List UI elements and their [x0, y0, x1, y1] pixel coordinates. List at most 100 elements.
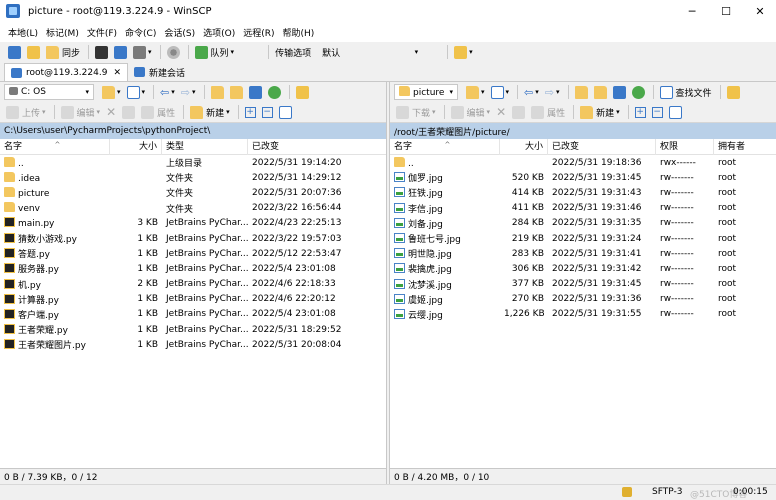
local-file-row[interactable]: 客户端.py 1 KB JetBrains PyChar... 2022/5/4 23… — [0, 307, 386, 322]
properties-button[interactable]: 属性 — [139, 103, 177, 121]
col-size[interactable]: 大小 — [500, 138, 548, 155]
remote-file-row[interactable]: .. 2022/5/31 19:18:36 rwx------ root — [390, 155, 776, 170]
home-directory-button[interactable] — [247, 83, 264, 101]
file-owner: root — [718, 309, 737, 320]
remote-file-row[interactable]: 李信.jpg 411 KB 2022/5/31 19:31:46 rw------- r… — [390, 201, 776, 216]
new-button[interactable]: 新建 ▾ — [188, 103, 232, 121]
menu-local[interactable]: 本地(L) — [4, 26, 42, 39]
local-file-row[interactable]: main.py 3 KB JetBrains PyChar... 2022/4/23 … — [0, 216, 386, 231]
file-owner: root — [718, 233, 737, 244]
refresh-button[interactable] — [630, 83, 647, 101]
col-changed[interactable]: 已改变 — [548, 138, 656, 155]
menu-options[interactable]: 选项(O) — [199, 26, 239, 39]
toolbar-divider — [268, 45, 270, 59]
download-button[interactable]: 下载 ▾ — [394, 103, 438, 121]
remote-file-row[interactable]: 伽罗.jpg 520 KB 2022/5/31 19:31:45 rw------- r… — [390, 170, 776, 185]
select-all-button[interactable]: + — [243, 103, 258, 121]
local-file-row[interactable]: .idea 文件夹 2022/5/31 14:29:12 — [0, 170, 386, 185]
find-button[interactable] — [277, 103, 294, 121]
col-permissions[interactable]: 权限 — [656, 138, 714, 155]
remote-file-row[interactable]: 狂铁.jpg 414 KB 2022/5/31 19:31:43 rw------- r… — [390, 185, 776, 200]
menu-remote[interactable]: 远程(R) — [239, 26, 278, 39]
local-file-row[interactable]: picture 文件夹 2022/5/31 20:07:36 — [0, 185, 386, 200]
remote-file-row[interactable]: 刘备.jpg 284 KB 2022/5/31 19:31:35 rw------- r… — [390, 216, 776, 231]
menu-command[interactable]: 命令(C) — [121, 26, 160, 39]
local-file-row[interactable]: 计算器.py 1 KB JetBrains PyChar... 2022/4/6 22… — [0, 292, 386, 307]
root-directory-button[interactable] — [228, 83, 245, 101]
rename-button[interactable] — [120, 103, 137, 121]
col-changed[interactable]: 已改变 — [248, 139, 386, 155]
properties-button[interactable]: 属性 — [529, 103, 567, 121]
edit-button[interactable]: 编辑 ▾ — [59, 103, 103, 121]
new-button[interactable]: 新建 ▾ — [578, 103, 622, 121]
open-directory-button[interactable]: ▾ — [464, 83, 487, 101]
rename-button[interactable] — [510, 103, 527, 121]
col-owner[interactable]: 拥有者 — [714, 139, 776, 155]
tab-new-session[interactable]: 新建会话 — [128, 63, 191, 81]
tab-session-active[interactable]: root@119.3.224.9 ✕ — [4, 63, 128, 81]
open-directory-button[interactable]: ▾ — [100, 83, 123, 101]
commands-button[interactable]: ▾ — [131, 43, 154, 61]
find-button[interactable] — [667, 103, 684, 121]
remote-file-row[interactable]: 虞姬.jpg 270 KB 2022/5/31 19:31:36 rw------- r… — [390, 292, 776, 307]
select-all-button[interactable]: + — [633, 103, 648, 121]
compare-directories-button[interactable] — [6, 43, 23, 61]
drive-select[interactable]: C: OS ▾ — [4, 84, 94, 100]
filter-button[interactable]: ▾ — [125, 83, 148, 101]
back-button[interactable]: ⇦ ▾ — [522, 83, 541, 101]
edit-button[interactable]: 编辑 ▾ — [449, 103, 493, 121]
preferences-button[interactable] — [165, 43, 182, 61]
tree-toggle-button[interactable] — [725, 83, 742, 101]
root-directory-button[interactable] — [592, 83, 609, 101]
forward-button[interactable]: ⇨ ▾ — [179, 83, 198, 101]
home-directory-button[interactable] — [611, 83, 628, 101]
refresh-button[interactable] — [266, 83, 283, 101]
queue-button[interactable]: 队列 ▾ — [193, 43, 237, 61]
transfer-settings-select[interactable]: 默认 ▾ — [317, 44, 424, 60]
menu-help[interactable]: 帮助(H) — [279, 26, 319, 39]
unselect-button[interactable]: − — [650, 103, 665, 121]
remote-file-row[interactable]: 云缨.jpg 1,226 KB 2022/5/31 19:31:55 rw------… — [390, 307, 776, 322]
transfer-presets-button[interactable]: ▾ — [452, 43, 475, 61]
close-tab-icon[interactable]: ✕ — [113, 68, 121, 78]
local-file-row[interactable]: 机.py 2 KB JetBrains PyChar... 2022/4/6 22:1… — [0, 277, 386, 292]
open-terminal-button[interactable] — [93, 43, 110, 61]
col-name[interactable]: 名字 ^ — [0, 138, 110, 155]
local-file-row[interactable]: .. 上级目录 2022/5/31 19:14:20 — [0, 155, 386, 170]
local-file-row[interactable]: 服务器.py 1 KB JetBrains PyChar... 2022/5/4 23… — [0, 261, 386, 276]
col-type[interactable]: 类型 — [162, 138, 248, 155]
remote-file-row[interactable]: 鲁班七号.jpg 219 KB 2022/5/31 19:31:24 rw------… — [390, 231, 776, 246]
unselect-button[interactable]: − — [260, 103, 275, 121]
back-button[interactable]: ⇦ ▾ — [158, 83, 177, 101]
delete-button[interactable]: ✕ — [494, 103, 508, 121]
local-file-row[interactable]: 王者荣耀.py 1 KB JetBrains PyChar... 2022/5/31 … — [0, 322, 386, 337]
local-file-row[interactable]: 答题.py 1 KB JetBrains PyChar... 2022/5/12 22… — [0, 246, 386, 261]
download-label: 下载 — [412, 108, 431, 119]
menu-session[interactable]: 会话(S) — [160, 26, 199, 39]
sync-button[interactable]: 同步 — [44, 43, 82, 61]
local-file-row[interactable]: venv 文件夹 2022/3/22 16:56:44 — [0, 201, 386, 216]
col-name[interactable]: 名字 ^ — [390, 138, 500, 155]
putty-button[interactable] — [112, 43, 129, 61]
parent-directory-button[interactable] — [573, 83, 590, 101]
menu-file[interactable]: 文件(F) — [83, 26, 121, 39]
parent-directory-button[interactable] — [209, 83, 226, 101]
col-size[interactable]: 大小 — [110, 138, 162, 155]
local-file-row[interactable]: 王者荣耀图片.py 1 KB JetBrains PyChar... 2022/5/3… — [0, 337, 386, 352]
file-changed: 2022/5/31 20:07:36 — [252, 187, 342, 198]
local-file-row[interactable]: 猜数小游戏.py 1 KB JetBrains PyChar... 2022/3/22… — [0, 231, 386, 246]
tree-toggle-button[interactable] — [294, 83, 311, 101]
upload-button[interactable]: 上传 ▾ — [4, 103, 48, 121]
filter-button[interactable]: ▾ — [489, 83, 512, 101]
local-panel: C: OS ▾ ▾ ▾ ⇦ ▾ ⇨ ▾ 上传 ▾ 编辑 ▾ ✕ 属性 新建 ▾ … — [0, 82, 386, 468]
find-files-button[interactable]: 查找文件 — [658, 83, 714, 101]
forward-button[interactable]: ⇨ ▾ — [543, 83, 562, 101]
close-button[interactable]: ✕ — [740, 0, 776, 22]
menu-mark[interactable]: 标记(M) — [42, 26, 83, 39]
remote-file-row[interactable]: 裴擒虎.jpg 306 KB 2022/5/31 19:31:42 rw-------… — [390, 261, 776, 276]
remote-file-row[interactable]: 明世隐.jpg 283 KB 2022/5/31 19:31:41 rw-------… — [390, 246, 776, 261]
remote-file-row[interactable]: 沈梦溪.jpg 377 KB 2022/5/31 19:31:45 rw-------… — [390, 277, 776, 292]
remote-directory-select[interactable]: picture ▾ — [394, 84, 458, 100]
delete-button[interactable]: ✕ — [104, 103, 118, 121]
synchronize-browsing-button[interactable] — [25, 43, 42, 61]
